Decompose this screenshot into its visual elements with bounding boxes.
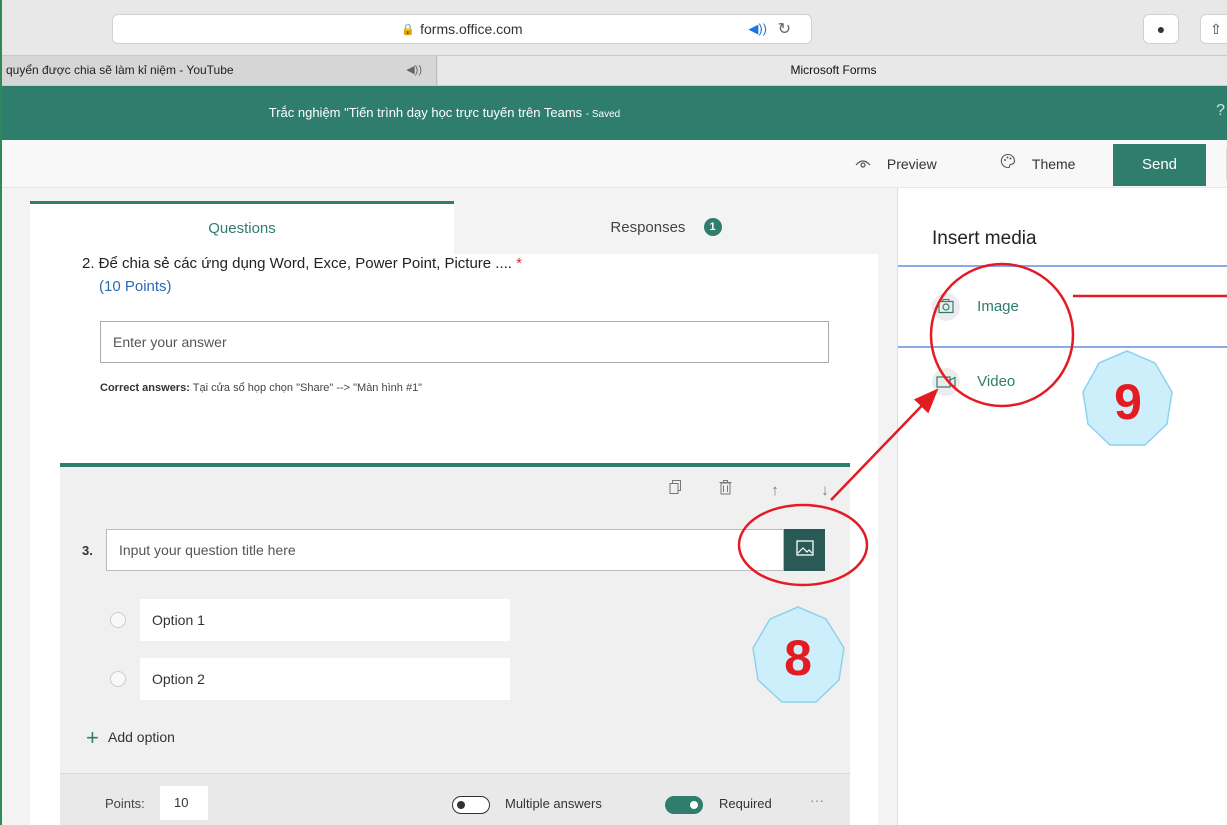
arrow-down-icon[interactable]: ↓ bbox=[800, 482, 850, 499]
browser-toolbar: 🔒 forms.office.com ◀)) ↻ ● ⇧ bbox=[2, 0, 1227, 55]
question-number: 3. bbox=[82, 543, 93, 558]
question-title-input[interactable]: Input your question title here bbox=[106, 529, 784, 571]
multiple-answers-label: Multiple answers bbox=[505, 796, 602, 811]
correct-answers-value: Tại cửa sổ họp chọn "Share" --> "Màn hìn… bbox=[192, 382, 423, 394]
editor-tabs: Questions Responses 1 bbox=[30, 201, 878, 254]
add-option-button[interactable]: + Add option bbox=[86, 725, 175, 751]
video-label: Video bbox=[977, 372, 1016, 390]
browser-tabbar: quyển được chia sẽ làm kỉ niệm - YouTube… bbox=[2, 55, 1227, 86]
insert-media-button[interactable] bbox=[784, 529, 825, 571]
video-camera-icon bbox=[932, 368, 960, 396]
reload-icon[interactable]: ↻ bbox=[778, 19, 791, 39]
share-icon[interactable]: ⇧ bbox=[1200, 14, 1227, 44]
option-row: Option 2 bbox=[110, 658, 510, 700]
tab-title: quyển được chia sẽ làm kỉ niệm - YouTube bbox=[6, 63, 234, 77]
save-status: - Saved bbox=[585, 109, 621, 120]
arrow-up-icon[interactable]: ↑ bbox=[750, 482, 800, 499]
theme-button[interactable]: Theme bbox=[1000, 140, 1075, 188]
points-label: Points: bbox=[105, 796, 145, 811]
camera-icon bbox=[932, 293, 960, 321]
command-bar: Preview Theme Send bbox=[2, 140, 1227, 188]
panel-title: Insert media bbox=[932, 228, 1037, 249]
tab-responses[interactable]: Responses 1 bbox=[454, 201, 878, 254]
preview-button[interactable]: Preview bbox=[855, 140, 937, 188]
question-2-title[interactable]: 2. Để chia sẻ các ứng dụng Word, Exce, P… bbox=[82, 255, 522, 272]
form-editor: Questions Responses 1 2. Để chia sẻ các … bbox=[30, 201, 878, 825]
insert-image-button[interactable]: Image bbox=[932, 293, 1019, 321]
correct-answers: Correct answers: Tại cửa sổ họp chọn "Sh… bbox=[100, 382, 422, 394]
image-label: Image bbox=[977, 297, 1019, 315]
form-title: Trắc nghiệm "Tiến trình dạy học trực tuy… bbox=[2, 86, 887, 142]
tab-title: Microsoft Forms bbox=[790, 63, 877, 77]
question-2-points: (10 Points) bbox=[99, 278, 172, 295]
download-icon[interactable]: ● bbox=[1143, 14, 1179, 44]
lock-icon: 🔒 bbox=[401, 23, 416, 36]
option-row: Option 1 bbox=[110, 599, 510, 641]
tab-questions[interactable]: Questions bbox=[30, 201, 454, 254]
copy-icon[interactable] bbox=[650, 480, 700, 499]
form-header: Trắc nghiệm "Tiến trình dạy học trực tuy… bbox=[2, 86, 1227, 140]
trash-icon[interactable] bbox=[700, 480, 750, 499]
required-toggle[interactable] bbox=[665, 796, 703, 814]
speaker-icon[interactable]: ◀)) bbox=[406, 56, 422, 85]
radio-button[interactable] bbox=[110, 612, 126, 628]
help-icon[interactable]: ? bbox=[1216, 102, 1225, 120]
palette-icon bbox=[1000, 153, 1020, 172]
multiple-answers-toggle[interactable] bbox=[452, 796, 490, 814]
browser-tab-youtube[interactable]: quyển được chia sẽ làm kỉ niệm - YouTube… bbox=[2, 56, 437, 85]
eye-icon bbox=[855, 156, 875, 172]
option-input[interactable]: Option 2 bbox=[140, 658, 510, 700]
required-label: Required bbox=[719, 796, 772, 811]
send-button[interactable]: Send bbox=[1113, 144, 1206, 186]
option-input[interactable]: Option 1 bbox=[140, 599, 510, 641]
divider bbox=[898, 346, 1227, 348]
question-toolbar: ↑ ↓ bbox=[650, 480, 850, 499]
form-title-text: Trắc nghiệm "Tiến trình dạy học trực tuy… bbox=[268, 105, 583, 120]
question-2-text: 2. Để chia sẻ các ứng dụng Word, Exce, P… bbox=[82, 255, 512, 272]
responses-count-badge: 1 bbox=[703, 218, 722, 236]
more-options-icon[interactable]: ··· bbox=[810, 792, 824, 808]
plus-icon: + bbox=[86, 725, 99, 750]
browser-tab-forms[interactable]: Microsoft Forms bbox=[438, 56, 1227, 85]
points-input[interactable]: 10 bbox=[160, 786, 208, 820]
url-text: forms.office.com bbox=[420, 21, 523, 37]
preview-label: Preview bbox=[886, 156, 937, 172]
insert-media-panel: Insert media Image Video bbox=[897, 188, 1227, 825]
theme-label: Theme bbox=[1031, 156, 1076, 172]
image-icon bbox=[795, 539, 814, 561]
speaker-icon[interactable]: ◀)) bbox=[748, 21, 767, 37]
add-option-label: Add option bbox=[107, 729, 175, 745]
answer-input[interactable]: Enter your answer bbox=[100, 321, 829, 363]
divider bbox=[898, 265, 1227, 267]
question-3-card: ↑ ↓ 3. Input your question title here Opt… bbox=[60, 463, 850, 825]
required-marker: * bbox=[516, 255, 522, 272]
correct-answers-label: Correct answers: bbox=[100, 382, 190, 394]
address-bar[interactable]: 🔒 forms.office.com ◀)) ↻ bbox=[112, 14, 812, 44]
insert-video-button[interactable]: Video bbox=[932, 368, 1015, 396]
question-footer: Points: 10 Multiple answers Required ··· bbox=[60, 773, 850, 825]
responses-label: Responses bbox=[610, 219, 686, 236]
radio-button[interactable] bbox=[110, 671, 126, 687]
